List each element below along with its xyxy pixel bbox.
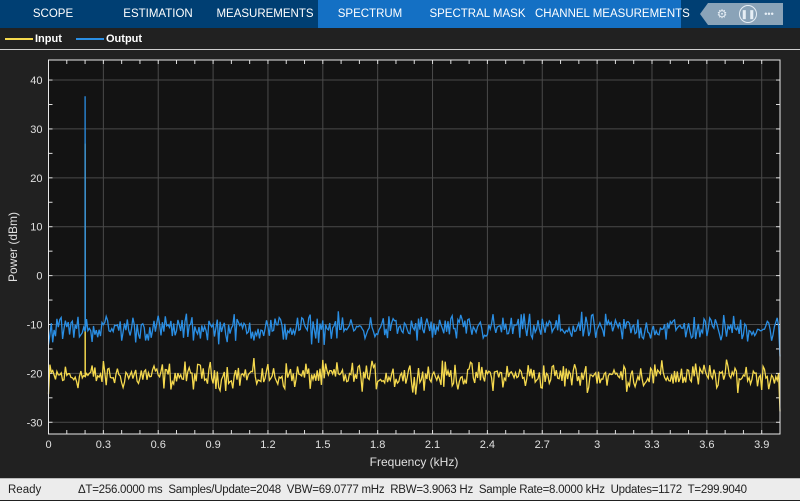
sim-time: T=299.9040 [687, 484, 747, 496]
x-tick-label: 1.8 [370, 439, 385, 451]
x-tick-label: 2.4 [480, 439, 495, 451]
x-tick-label: 3.6 [699, 439, 714, 451]
y-axis-label: Power (dBm) [6, 212, 20, 282]
y-tick-label: 20 [30, 173, 42, 185]
status-state: Ready [8, 484, 42, 496]
y-tick-label: 30 [30, 124, 42, 136]
rbw: RBW=3.9063 Hz [390, 484, 473, 496]
y-tick-label: 10 [30, 222, 42, 234]
x-tick-label: 1.2 [260, 439, 275, 451]
x-tick-label: 0.3 [96, 439, 111, 451]
x-tick-label: 1.5 [315, 439, 330, 451]
x-tick-label: 0.9 [205, 439, 220, 451]
spectrum-plot: 0 0.3 0.6 0.9 1.2 1.5 1.8 2.1 2.4 2.7 3 3.3 3.6 3.9 -3… [6, 59, 781, 469]
x-tick-label: 2.7 [535, 439, 550, 451]
x-tick-label: 3.9 [754, 439, 769, 451]
x-axis-label: Frequency (kHz) [370, 455, 459, 469]
status-measurements: ΔT=256.0000 ms Samples/Update=2048 VBW=6… [78, 479, 747, 501]
y-tick-label: -20 [27, 368, 43, 380]
y-tick-label: -30 [27, 417, 43, 429]
status-bar: Ready ΔT=256.0000 ms Samples/Update=2048… [0, 478, 800, 500]
x-tick-label: 0.6 [151, 439, 166, 451]
y-tick-label: 40 [30, 75, 42, 87]
sample-rate: Sample Rate=8.0000 kHz [478, 484, 605, 496]
x-tick-label: 2.1 [425, 439, 440, 451]
y-tick-label: 0 [36, 271, 42, 283]
updates: Updates=1172 [610, 484, 683, 496]
delta-t: ΔT=256.0000 ms [78, 484, 163, 496]
y-tick-label: -10 [27, 319, 43, 331]
x-tick-label: 3.3 [644, 439, 659, 451]
samples-per-update: Samples/Update=2048 [168, 484, 281, 496]
x-tick-label: 0 [45, 439, 51, 451]
vbw: VBW=69.0777 mHz [286, 484, 385, 496]
x-tick-label: 3 [594, 439, 600, 451]
